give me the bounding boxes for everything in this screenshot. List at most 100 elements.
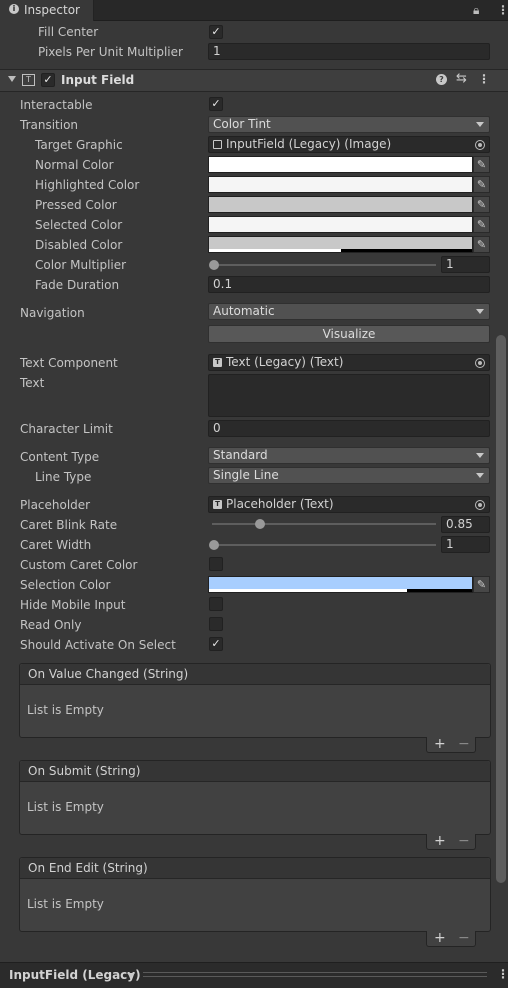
on-end-edit-event: On End Edit (String) List is Empty xyxy=(19,857,491,932)
remove-listener-button[interactable]: − xyxy=(458,930,470,946)
image-icon xyxy=(213,140,222,149)
should-activate-checkbox[interactable]: ✓ xyxy=(209,637,223,651)
highlighted-color-label: Highlighted Color xyxy=(35,178,140,192)
add-listener-button[interactable]: + xyxy=(434,930,446,946)
placeholder-field[interactable]: T Placeholder (Text) xyxy=(208,496,490,513)
read-only-label: Read Only xyxy=(20,618,82,632)
normal-color-label: Normal Color xyxy=(35,158,114,172)
inspector-tab[interactable]: i Inspector xyxy=(0,0,94,21)
fill-center-checkbox[interactable]: ✓ xyxy=(209,25,223,39)
object-picker-icon[interactable] xyxy=(475,358,485,368)
preview-menu-icon[interactable]: ⋮ xyxy=(497,967,508,981)
text-component-field[interactable]: T Text (Legacy) (Text) xyxy=(208,354,490,371)
text-label: Text xyxy=(20,376,45,390)
target-graphic-field[interactable]: InputField (Legacy) (Image) xyxy=(208,136,490,153)
text-icon: T xyxy=(213,500,222,509)
input-field-component-icon: T xyxy=(22,74,35,86)
placeholder-value: Placeholder (Text) xyxy=(226,497,334,511)
normal-color-swatch[interactable] xyxy=(208,156,473,173)
add-listener-button[interactable]: + xyxy=(434,833,446,849)
component-title: Input Field xyxy=(61,73,135,87)
should-activate-label: Should Activate On Select xyxy=(20,638,176,652)
scrollbar-thumb[interactable] xyxy=(496,335,506,883)
content-type-label: Content Type xyxy=(20,450,100,464)
color-multiplier-field[interactable]: 1 xyxy=(441,256,490,273)
target-graphic-value: InputField (Legacy) (Image) xyxy=(226,137,392,151)
pressed-color-label: Pressed Color xyxy=(35,198,117,212)
chevron-down-icon[interactable] xyxy=(127,973,135,978)
preview-bar: InputField (Legacy) ⋮ xyxy=(0,962,508,988)
eyedropper-icon[interactable]: ✎ xyxy=(473,216,490,233)
event-empty-text: List is Empty xyxy=(27,897,104,911)
remove-listener-button[interactable]: − xyxy=(458,833,470,849)
fade-duration-field[interactable]: 0.1 xyxy=(208,276,490,293)
add-listener-button[interactable]: + xyxy=(434,736,446,752)
alpha-bar-remainder xyxy=(407,589,472,592)
alpha-bar xyxy=(209,589,407,592)
eyedropper-icon[interactable]: ✎ xyxy=(473,236,490,253)
text-component-label: Text Component xyxy=(20,356,118,370)
drag-handle-line[interactable] xyxy=(143,976,487,977)
color-multiplier-slider[interactable] xyxy=(212,264,436,266)
text-area[interactable] xyxy=(208,374,490,417)
component-header[interactable]: T ✓ Input Field ? ⇆ ⋮ xyxy=(0,69,508,92)
caret-blink-rate-label: Caret Blink Rate xyxy=(20,518,118,532)
text-icon: T xyxy=(213,358,222,367)
info-icon: i xyxy=(9,4,19,14)
character-limit-field[interactable]: 0 xyxy=(208,420,490,437)
pressed-color-swatch[interactable] xyxy=(208,196,473,213)
event-title: On End Edit (String) xyxy=(20,858,490,879)
selected-color-swatch[interactable] xyxy=(208,216,473,233)
color-multiplier-knob[interactable] xyxy=(209,260,219,270)
hide-mobile-input-label: Hide Mobile Input xyxy=(20,598,126,612)
selection-color-swatch[interactable] xyxy=(208,576,473,593)
transition-dropdown[interactable]: Color Tint xyxy=(208,116,490,133)
hide-mobile-input-checkbox[interactable] xyxy=(209,597,223,611)
disabled-color-swatch[interactable] xyxy=(208,236,473,253)
selected-color-label: Selected Color xyxy=(35,218,123,232)
visualize-button[interactable]: Visualize xyxy=(208,325,490,343)
navigation-value: Automatic xyxy=(213,304,275,318)
foldout-arrow-icon[interactable] xyxy=(8,76,16,82)
lock-icon[interactable]: 🔒︎ xyxy=(473,3,479,18)
eyedropper-icon[interactable]: ✎ xyxy=(473,176,490,193)
caret-blink-rate-knob[interactable] xyxy=(255,519,265,529)
more-options-icon[interactable]: ⋮ xyxy=(497,3,508,17)
caret-width-field[interactable]: 1 xyxy=(441,536,490,553)
line-type-dropdown[interactable]: Single Line xyxy=(208,467,490,484)
alpha-bar xyxy=(209,249,341,252)
fade-duration-label: Fade Duration xyxy=(35,278,120,292)
component-enabled-checkbox[interactable]: ✓ xyxy=(41,73,55,87)
presets-icon[interactable]: ⇆ xyxy=(456,71,467,86)
interactable-checkbox[interactable]: ✓ xyxy=(209,97,223,111)
help-icon[interactable]: ? xyxy=(436,74,447,85)
eyedropper-icon[interactable]: ✎ xyxy=(473,576,490,593)
on-submit-event: On Submit (String) List is Empty xyxy=(19,760,491,835)
caret-width-knob[interactable] xyxy=(209,540,219,550)
read-only-checkbox[interactable] xyxy=(209,617,223,631)
object-picker-icon[interactable] xyxy=(475,140,485,150)
line-type-label: Line Type xyxy=(35,470,92,484)
highlighted-color-swatch[interactable] xyxy=(208,176,473,193)
event-buttons: + − xyxy=(426,833,476,850)
component-menu-icon[interactable]: ⋮ xyxy=(478,72,490,86)
custom-caret-color-checkbox[interactable] xyxy=(209,557,223,571)
drag-handle-line[interactable] xyxy=(143,972,487,973)
content-type-value: Standard xyxy=(213,448,268,462)
eyedropper-icon[interactable]: ✎ xyxy=(473,196,490,213)
remove-listener-button[interactable]: − xyxy=(458,736,470,752)
caret-width-slider[interactable] xyxy=(212,544,436,546)
content-type-dropdown[interactable]: Standard xyxy=(208,447,490,464)
eyedropper-icon[interactable]: ✎ xyxy=(473,156,490,173)
chevron-down-icon xyxy=(476,309,484,314)
chevron-down-icon xyxy=(476,122,484,127)
placeholder-label: Placeholder xyxy=(20,498,91,512)
pixels-per-unit-field[interactable]: 1 xyxy=(208,43,490,60)
object-picker-icon[interactable] xyxy=(475,500,485,510)
selection-color-label: Selection Color xyxy=(20,578,111,592)
inspector-tab-title: Inspector xyxy=(24,3,80,17)
preview-label[interactable]: InputField (Legacy) xyxy=(9,968,141,982)
caret-blink-rate-field[interactable]: 0.85 xyxy=(441,516,490,533)
navigation-dropdown[interactable]: Automatic xyxy=(208,303,490,320)
caret-blink-rate-slider[interactable] xyxy=(212,523,436,525)
